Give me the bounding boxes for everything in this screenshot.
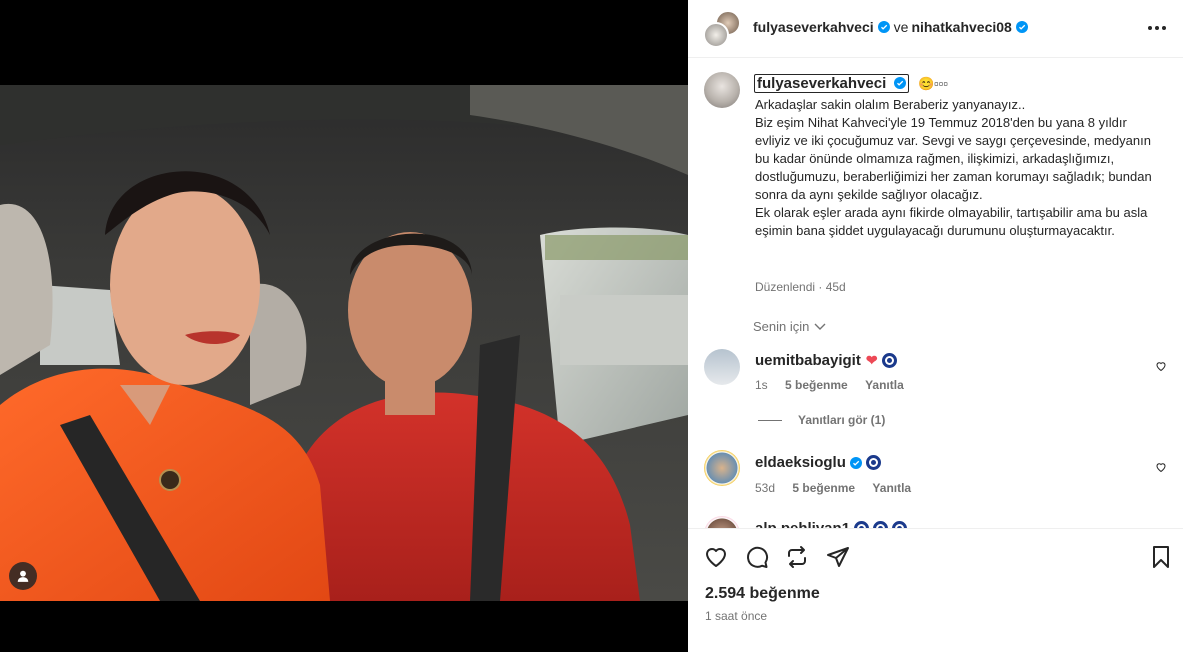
- authors-conjunction: ve: [893, 19, 909, 35]
- caption-username[interactable]: fulyaseverkahveci: [754, 74, 910, 93]
- like-count[interactable]: 2.594 beğenme: [705, 585, 820, 603]
- post-time: 1 saat önce: [705, 609, 768, 623]
- author-link[interactable]: nihatkahveci08: [911, 19, 1011, 35]
- comment-meta: 1s 5 beğenme Yanıtla: [755, 378, 918, 392]
- comment-time: 53d: [755, 481, 776, 495]
- heart-icon[interactable]: [1155, 461, 1167, 473]
- repost-icon[interactable]: [785, 545, 809, 569]
- caption-text: Arkadaşlar sakin olalım Beraberiz yanyan…: [755, 97, 1152, 238]
- comment-username-text: alp.pehlivan1: [755, 520, 850, 528]
- chevron-down-icon: [814, 323, 826, 330]
- avatar[interactable]: [704, 516, 740, 528]
- verified-icon: [1015, 21, 1028, 33]
- comment-filter-label: Senin için: [753, 319, 810, 334]
- caption-username-text: fulyaseverkahveci: [757, 75, 887, 92]
- comment-icon[interactable]: [745, 545, 769, 569]
- evil-eye-emoji: [881, 353, 897, 368]
- avatar[interactable]: [704, 450, 740, 486]
- divider: [758, 419, 782, 421]
- verified-icon: [894, 77, 907, 89]
- caption-meta: Düzenlendi · 45d: [755, 280, 846, 294]
- caption-emojis: 😊▫▫▫: [918, 76, 949, 91]
- post-actions: 2.594 beğenme 1 saat önce: [688, 528, 1183, 653]
- view-replies-label: Yanıtları gör (1): [798, 413, 886, 427]
- comment-username-text: uemitbabayigit: [755, 352, 861, 369]
- comment-meta: 53d 5 beğenme Yanıtla: [755, 481, 925, 495]
- evil-eye-emoji: [865, 455, 881, 470]
- collab-avatars[interactable]: [703, 10, 741, 48]
- comment-username[interactable]: uemitbabayigit ❤: [755, 352, 897, 369]
- comment-username-text: eldaeksioglu: [755, 454, 846, 471]
- heart-icon[interactable]: [1155, 360, 1167, 372]
- comment-username[interactable]: alp.pehlivan1: [755, 520, 908, 528]
- verified-icon: [849, 456, 862, 469]
- author-link[interactable]: fulyaseverkahveci: [753, 19, 874, 35]
- post-photo-illustration: [0, 85, 688, 601]
- post-authors: fulyaseverkahveci ve nihatkahveci08: [753, 19, 1028, 35]
- avatar[interactable]: [704, 349, 740, 385]
- share-icon[interactable]: [826, 545, 850, 569]
- reply-button[interactable]: Yanıtla: [872, 481, 911, 495]
- save-icon[interactable]: [1149, 545, 1173, 569]
- post-header: fulyaseverkahveci ve nihatkahveci08: [688, 0, 1183, 58]
- verified-icon: [877, 21, 890, 33]
- comment-time: 1s: [755, 378, 768, 392]
- evil-eye-emoji: [892, 521, 908, 528]
- post-media[interactable]: [0, 0, 688, 652]
- evil-eye-emoji: [854, 521, 870, 528]
- more-icon[interactable]: [1145, 18, 1169, 38]
- user-tag-icon: [17, 570, 29, 582]
- evil-eye-emoji: [873, 521, 889, 528]
- user-tag-button[interactable]: [9, 562, 37, 590]
- view-replies-button[interactable]: Yanıtları gör (1): [758, 413, 885, 427]
- comment-likes[interactable]: 5 beğenme: [792, 481, 855, 495]
- heart-emoji: ❤: [865, 352, 878, 368]
- comment-username[interactable]: eldaeksioglu: [755, 454, 881, 471]
- comment-likes[interactable]: 5 beğenme: [785, 378, 848, 392]
- post-photo: [0, 85, 688, 601]
- comment-filter-dropdown[interactable]: Senin için: [753, 319, 827, 334]
- avatar: [703, 22, 729, 48]
- avatar[interactable]: [704, 72, 740, 108]
- post-panel: fulyaseverkahveci ve nihatkahveci08 fuly…: [688, 0, 1183, 652]
- comments-scroll[interactable]: fulyaseverkahveci 😊▫▫▫ Arkadaşlar sakin …: [688, 58, 1183, 528]
- heart-icon[interactable]: [704, 545, 728, 569]
- reply-button[interactable]: Yanıtla: [865, 378, 904, 392]
